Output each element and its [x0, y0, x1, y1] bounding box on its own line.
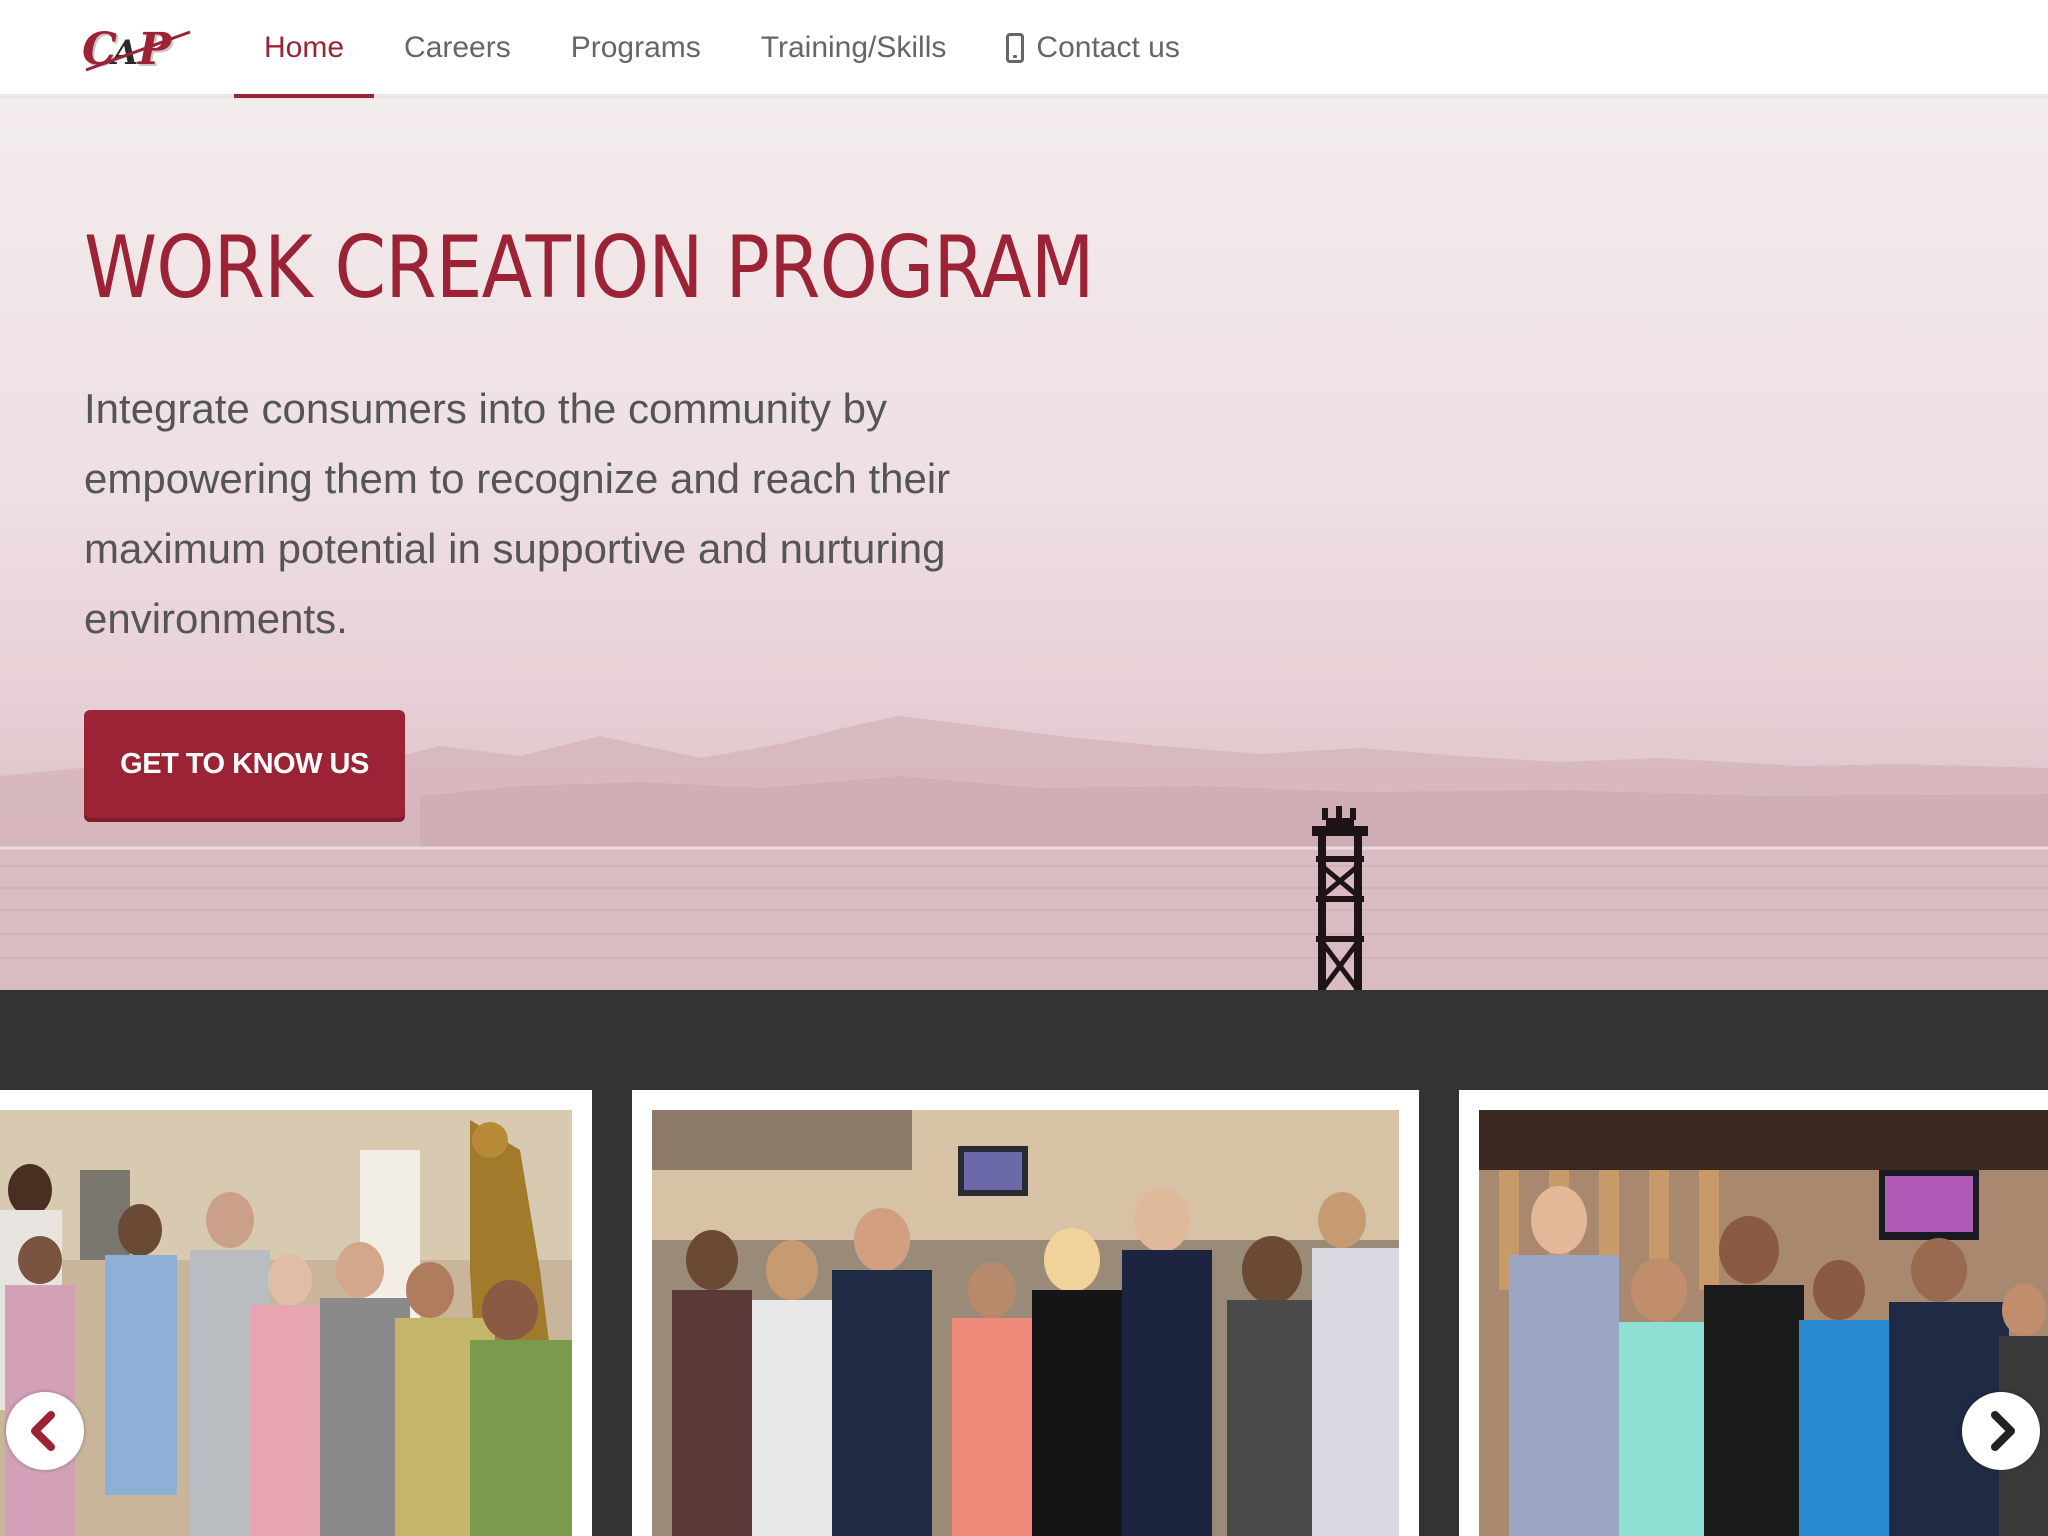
- hero-banner: WORK CREATION PROGRAM Integrate consumer…: [0, 96, 2048, 990]
- nav-item-label: Contact us: [1036, 31, 1180, 64]
- nav-item-programs[interactable]: Programs: [541, 0, 731, 96]
- nav-item-home[interactable]: Home: [234, 0, 375, 98]
- photo-gallery: [0, 990, 2048, 1536]
- hero-title: WORK CREATION PROGRAM: [84, 218, 1095, 318]
- group-photo-image: [652, 1110, 1399, 1536]
- cta-label: GET TO KNOW US: [120, 747, 369, 780]
- site-header: C C A P P Home Careers Programs Training…: [0, 0, 2048, 98]
- gallery-photo-1[interactable]: [0, 1090, 592, 1536]
- nav-item-contact-us[interactable]: Contact us: [976, 0, 1209, 96]
- cap-logo[interactable]: C C A P P: [82, 24, 194, 77]
- nav-item-label: Home: [264, 31, 345, 64]
- group-photo-image: [0, 1110, 572, 1536]
- nav-item-label: Programs: [570, 31, 701, 64]
- gallery-photo-2[interactable]: [632, 1090, 1419, 1536]
- chevron-right-icon: [1991, 1411, 2015, 1451]
- chevron-left-icon: [31, 1411, 55, 1451]
- nav-item-careers[interactable]: Careers: [374, 0, 541, 96]
- get-to-know-us-button[interactable]: GET TO KNOW US: [84, 710, 405, 818]
- hero-description: Integrate consumers into the community b…: [84, 385, 951, 642]
- nav-item-training-skills[interactable]: Training/Skills: [731, 0, 977, 96]
- nav-item-label: Careers: [404, 31, 511, 64]
- mobile-phone-icon: [1006, 33, 1025, 63]
- main-nav: Home Careers Programs Training/Skills Co…: [234, 0, 1210, 98]
- carousel-next-button[interactable]: [1962, 1392, 2040, 1470]
- nav-item-label: Training/Skills: [760, 31, 947, 64]
- gallery-photo-3[interactable]: [1459, 1090, 2048, 1536]
- group-photo-image: [1479, 1110, 2048, 1536]
- carousel-prev-button[interactable]: [6, 1392, 84, 1470]
